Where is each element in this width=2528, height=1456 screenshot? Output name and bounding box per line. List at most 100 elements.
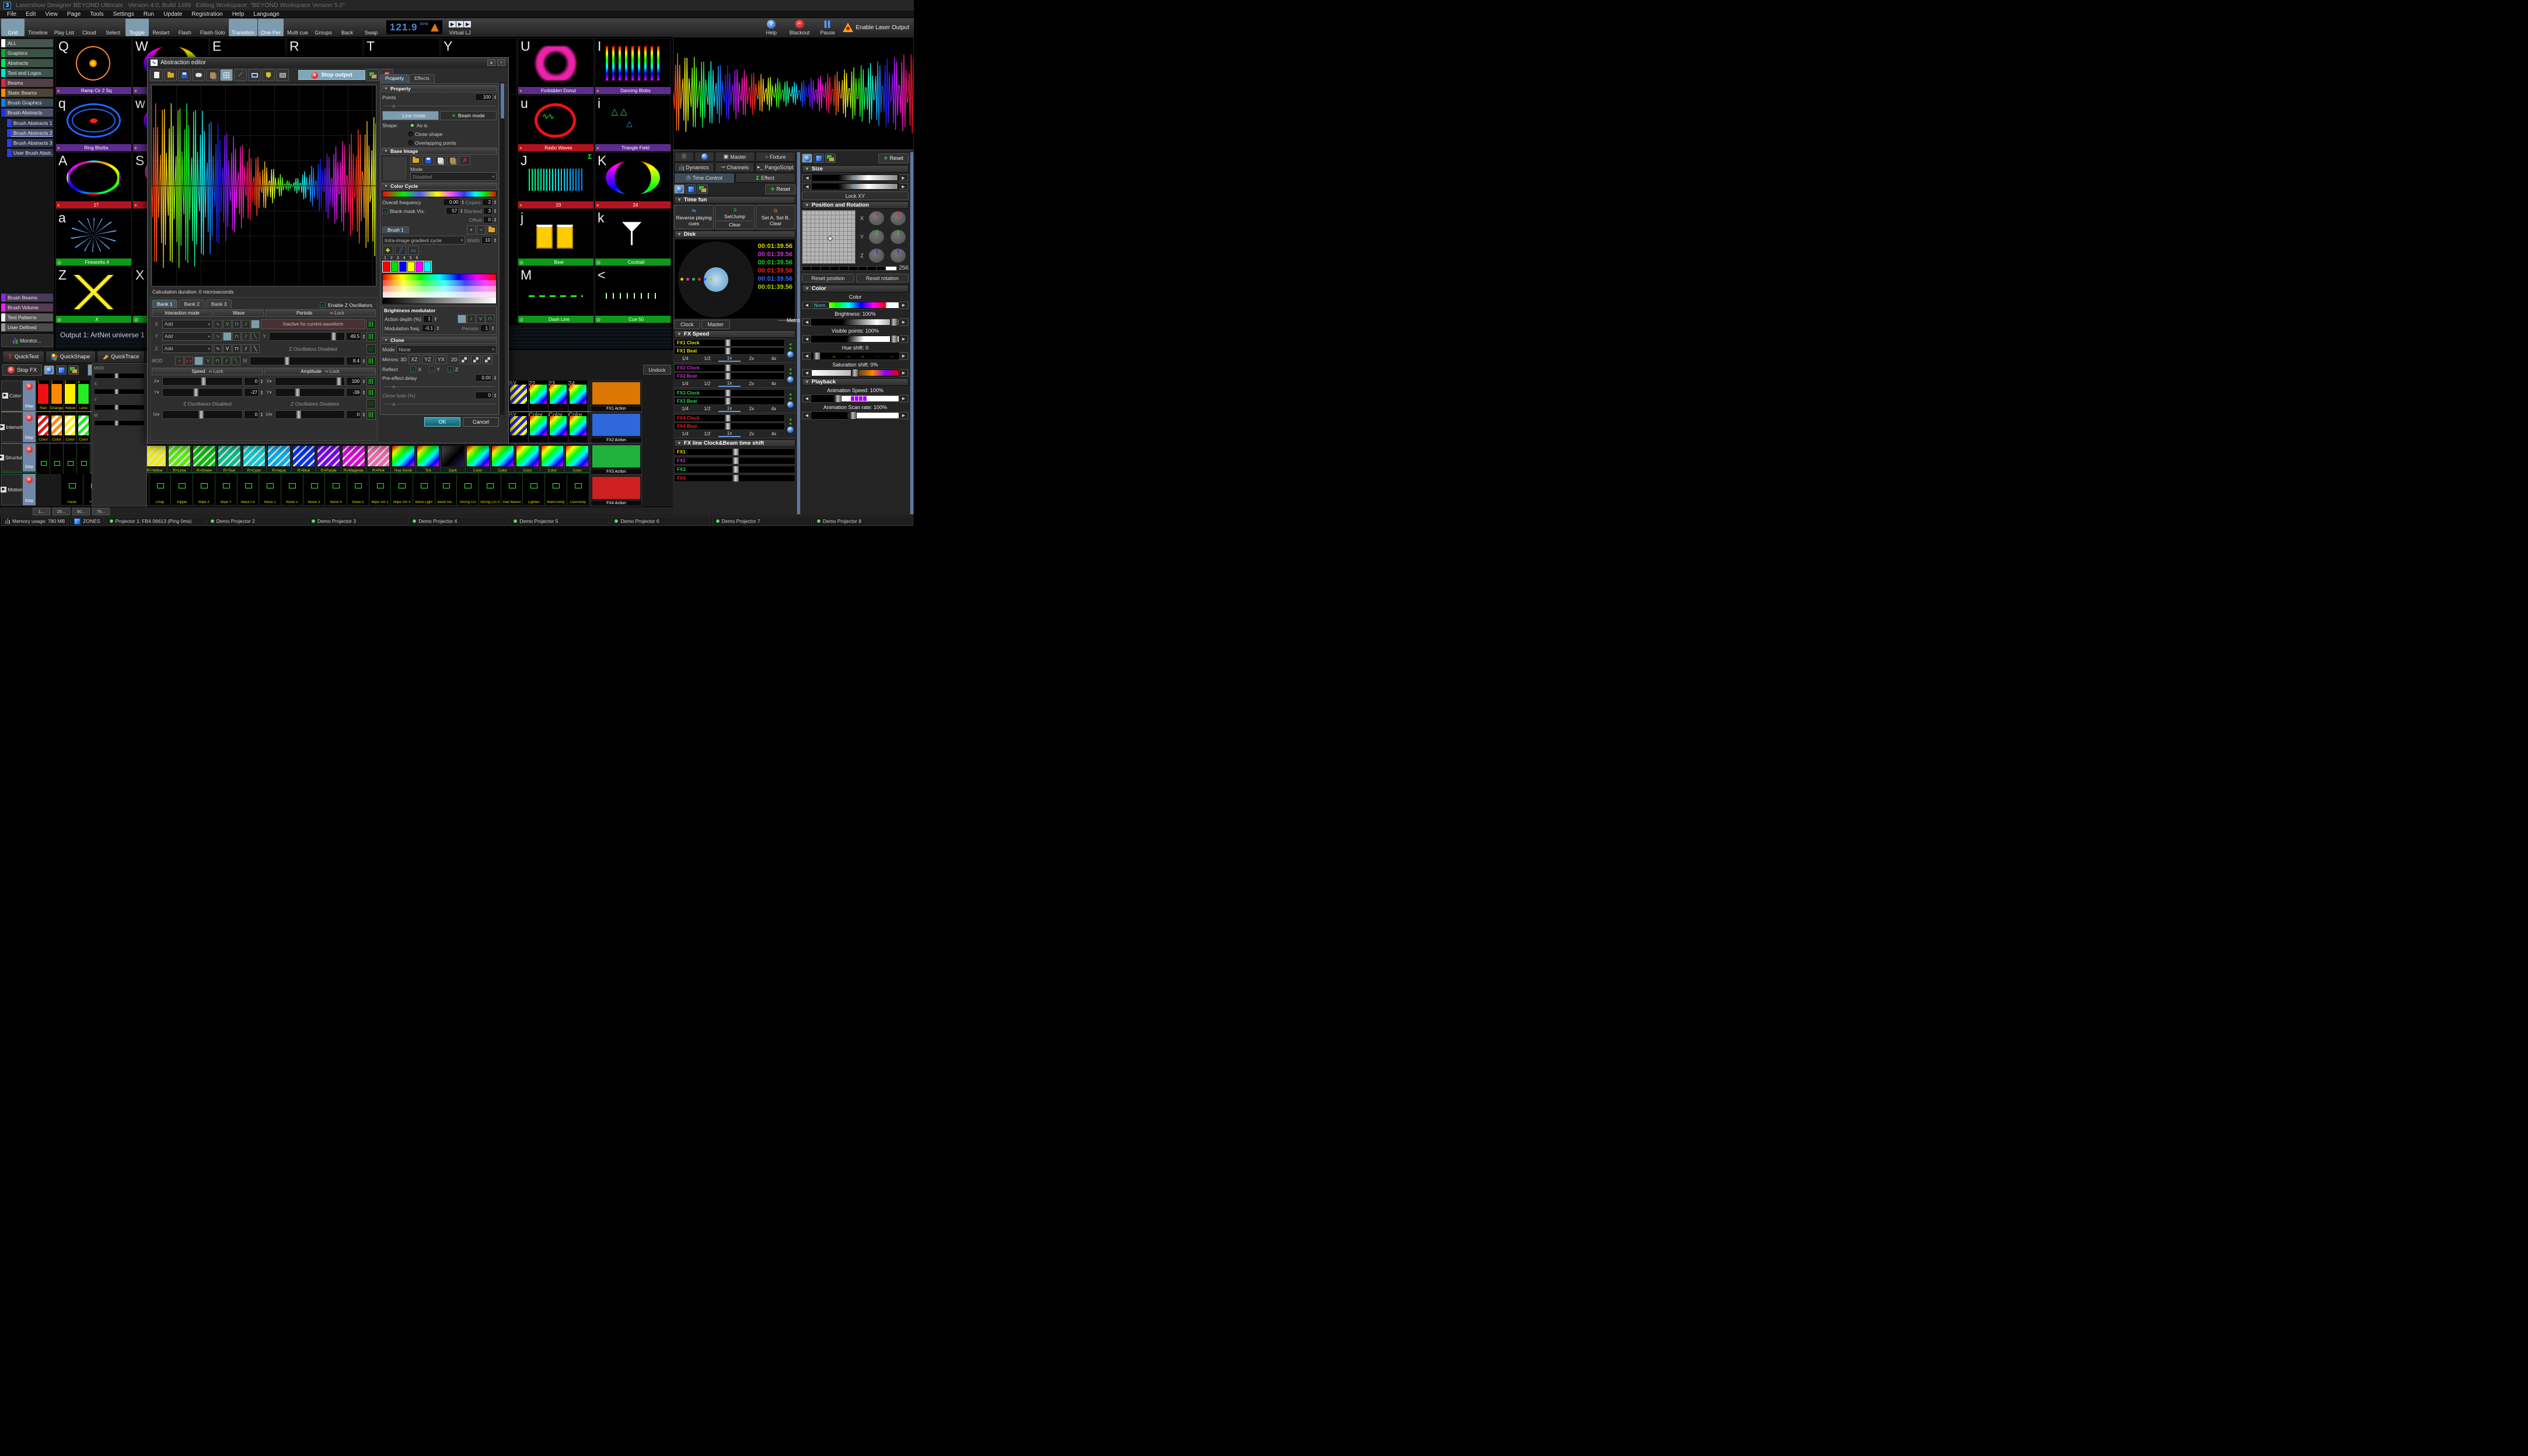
set-jump-button[interactable]: ➲Set/JumpClear — [715, 205, 755, 229]
toolbar-button[interactable]: Cloud — [78, 19, 101, 36]
fx-speed-scale[interactable]: 1/4 1/2 1x 2x 4x — [674, 380, 785, 387]
fx-cell[interactable]: Color — [491, 444, 516, 473]
fx-live-button[interactable] — [44, 365, 54, 375]
fx-cell[interactable]: R>Magenta — [341, 444, 366, 473]
layers-mode-button[interactable] — [697, 184, 708, 194]
beam-mode-button[interactable]: ✕Beam mode — [440, 111, 497, 120]
projector-status[interactable]: Demo Projector 5 — [509, 516, 609, 526]
cue-cell[interactable]: j ◎ Beer — [518, 210, 594, 266]
mirror-2d-button-1[interactable] — [459, 355, 469, 364]
sidebar-item[interactable]: Beams — [1, 78, 54, 88]
fx-speed-header[interactable]: ▼FX Speed — [674, 330, 795, 338]
toolbar-button[interactable]: Groups — [312, 19, 335, 36]
tab-dynamics[interactable]: Dynamics — [674, 162, 714, 172]
virtual-lj-button[interactable]: ▶ ▶ ▶ Virtual LJ — [446, 19, 474, 36]
fx-cell[interactable]: Block He... — [435, 474, 458, 505]
node-edit-button[interactable]: ⟋ — [234, 69, 247, 81]
fx-action-cell[interactable]: FX2 Action — [591, 412, 642, 444]
ok-button[interactable]: OK — [424, 417, 460, 427]
sidebar-item[interactable]: Brush Abstracts — [1, 108, 54, 117]
fx-cell[interactable]: Hue Scroll — [391, 444, 416, 473]
mod-osc-button[interactable] — [366, 357, 376, 366]
tab-pangoscript[interactable]: ▸_PangoScript — [755, 162, 795, 172]
window-mode-button[interactable] — [686, 184, 696, 194]
notes-button[interactable] — [206, 69, 219, 81]
tab-channels[interactable]: ⊸Channels — [715, 162, 755, 172]
slider-max-button[interactable]: ▶ — [899, 174, 908, 181]
checkbox[interactable] — [320, 302, 326, 308]
cue-cell[interactable]: k ◎ Cocktail — [595, 210, 671, 266]
sidebar-item[interactable]: Text and Logos — [1, 68, 54, 78]
position-range-bar[interactable] — [802, 266, 897, 271]
fx-cell[interactable]: Rad Waves — [501, 474, 523, 505]
fx-cell[interactable]: Wipe X — [193, 474, 215, 505]
fx-cell[interactable]: Lighten — [523, 474, 545, 505]
toolbar-button[interactable]: Transition — [229, 19, 257, 36]
fx-cell[interactable]: Color — [568, 412, 588, 442]
cue-cell[interactable]: a ◎ Fireworks 4 — [55, 210, 132, 266]
fx-stop-cell[interactable]: ×Stop — [23, 380, 36, 411]
fx-cell[interactable]: Dark — [441, 444, 466, 473]
clone-fade-value[interactable]: 0 — [475, 392, 493, 399]
fx-cell[interactable]: Color — [549, 412, 568, 442]
sidebar-item[interactable]: Brush Beams — [1, 293, 54, 302]
tab-master[interactable]: ▣Master — [715, 152, 755, 162]
fx-cell[interactable]: Color — [565, 444, 590, 473]
y-osc-button[interactable] — [366, 332, 376, 341]
x-interaction-dropdown[interactable]: Add — [162, 320, 212, 329]
fx-cell[interactable]: R>Lime — [167, 444, 193, 473]
brush-width-value[interactable]: 10 — [481, 236, 492, 244]
clear-button[interactable]: Clear — [717, 221, 753, 228]
action-depth-value[interactable]: 1 — [423, 315, 432, 323]
y-rotation-knob-2[interactable] — [891, 230, 906, 244]
projector-status[interactable]: Demo Projector 3 — [308, 516, 407, 526]
fx-cell[interactable]: Color — [515, 444, 540, 473]
fx-shift-header[interactable]: ▼FX line Clock&Beam time shift — [674, 439, 795, 447]
reset-button[interactable]: ✛Reset — [765, 184, 795, 194]
menu-item[interactable]: Run — [139, 11, 159, 18]
sidebar-subitem[interactable]: Brush Abstracts 1 — [6, 118, 54, 128]
fx-cell[interactable]: R>Teal — [217, 444, 242, 473]
monitor-button[interactable]: Monitor... — [1, 334, 53, 347]
fx-cell[interactable]: Black FX — [238, 474, 260, 505]
menu-item[interactable]: Registration — [187, 11, 227, 18]
mirror-yz-button[interactable]: YZ — [422, 355, 434, 364]
animation-scan-slider[interactable]: ◀▶ — [802, 411, 909, 420]
fx-cell[interactable]: 24 Color — [568, 380, 588, 411]
cue-cell[interactable]: q ● Ring Blurbs — [55, 95, 132, 152]
projector-status[interactable]: Demo Projector 7 — [712, 516, 812, 526]
overall-frequency-value[interactable]: 0.00 — [443, 198, 460, 206]
fx-cell[interactable]: BY — [509, 412, 529, 442]
amp-m-value[interactable]: 0 — [346, 410, 361, 419]
cue-cell[interactable]: U ● Forbidden Donut — [518, 38, 594, 95]
menu-item[interactable]: Help — [228, 11, 249, 18]
menu-item[interactable]: View — [40, 11, 62, 18]
mod-periods-value[interactable]: 8.4 — [346, 357, 361, 365]
fx-speed-scale[interactable]: 1/4 1/2 1x 2x 4x — [674, 406, 785, 412]
base-paste-button[interactable] — [447, 156, 458, 165]
radio-close-shape[interactable] — [408, 131, 413, 137]
fx-cell[interactable]: R>Aqua — [267, 444, 292, 473]
tab-quickshape[interactable]: QuickShape — [46, 351, 96, 363]
cue-cell[interactable]: < ◎ Cue 50 — [595, 267, 671, 323]
x-rotation-knob-2[interactable] — [891, 211, 906, 225]
sidebar-subitem[interactable]: Brush Abstracts 3 — [6, 138, 54, 148]
position-rotation-header[interactable]: ▼Position and Rotation — [802, 201, 909, 209]
tab-bank1[interactable]: Bank 1 — [152, 299, 177, 308]
fx-speed-scale[interactable]: 1/4 1/2 1x 2x 4x — [674, 355, 785, 362]
fx-cell[interactable]: WarmTemp — [545, 474, 567, 505]
globe-icon[interactable] — [787, 427, 794, 433]
tab-effects[interactable]: Effects — [409, 74, 435, 83]
radio-as-is[interactable] — [410, 123, 415, 128]
fx-row-label-color[interactable]: ▶Color — [1, 380, 22, 411]
toolbar-button[interactable]: Select — [102, 19, 125, 36]
mod-periods-slider[interactable] — [250, 357, 345, 365]
fx-cell[interactable]: Block Light — [413, 474, 435, 505]
stop-fx-button[interactable]: ×Stop FX — [2, 364, 42, 376]
grid-view-button[interactable] — [220, 69, 233, 81]
toolbar-button[interactable]: Play List — [51, 19, 77, 36]
fx-cell[interactable]: Color — [37, 412, 50, 442]
cue-cell[interactable]: Q ● Ramp Cir 2 Sq — [55, 38, 132, 95]
quick-slider[interactable] — [94, 420, 145, 426]
quick-slider[interactable] — [94, 389, 145, 394]
